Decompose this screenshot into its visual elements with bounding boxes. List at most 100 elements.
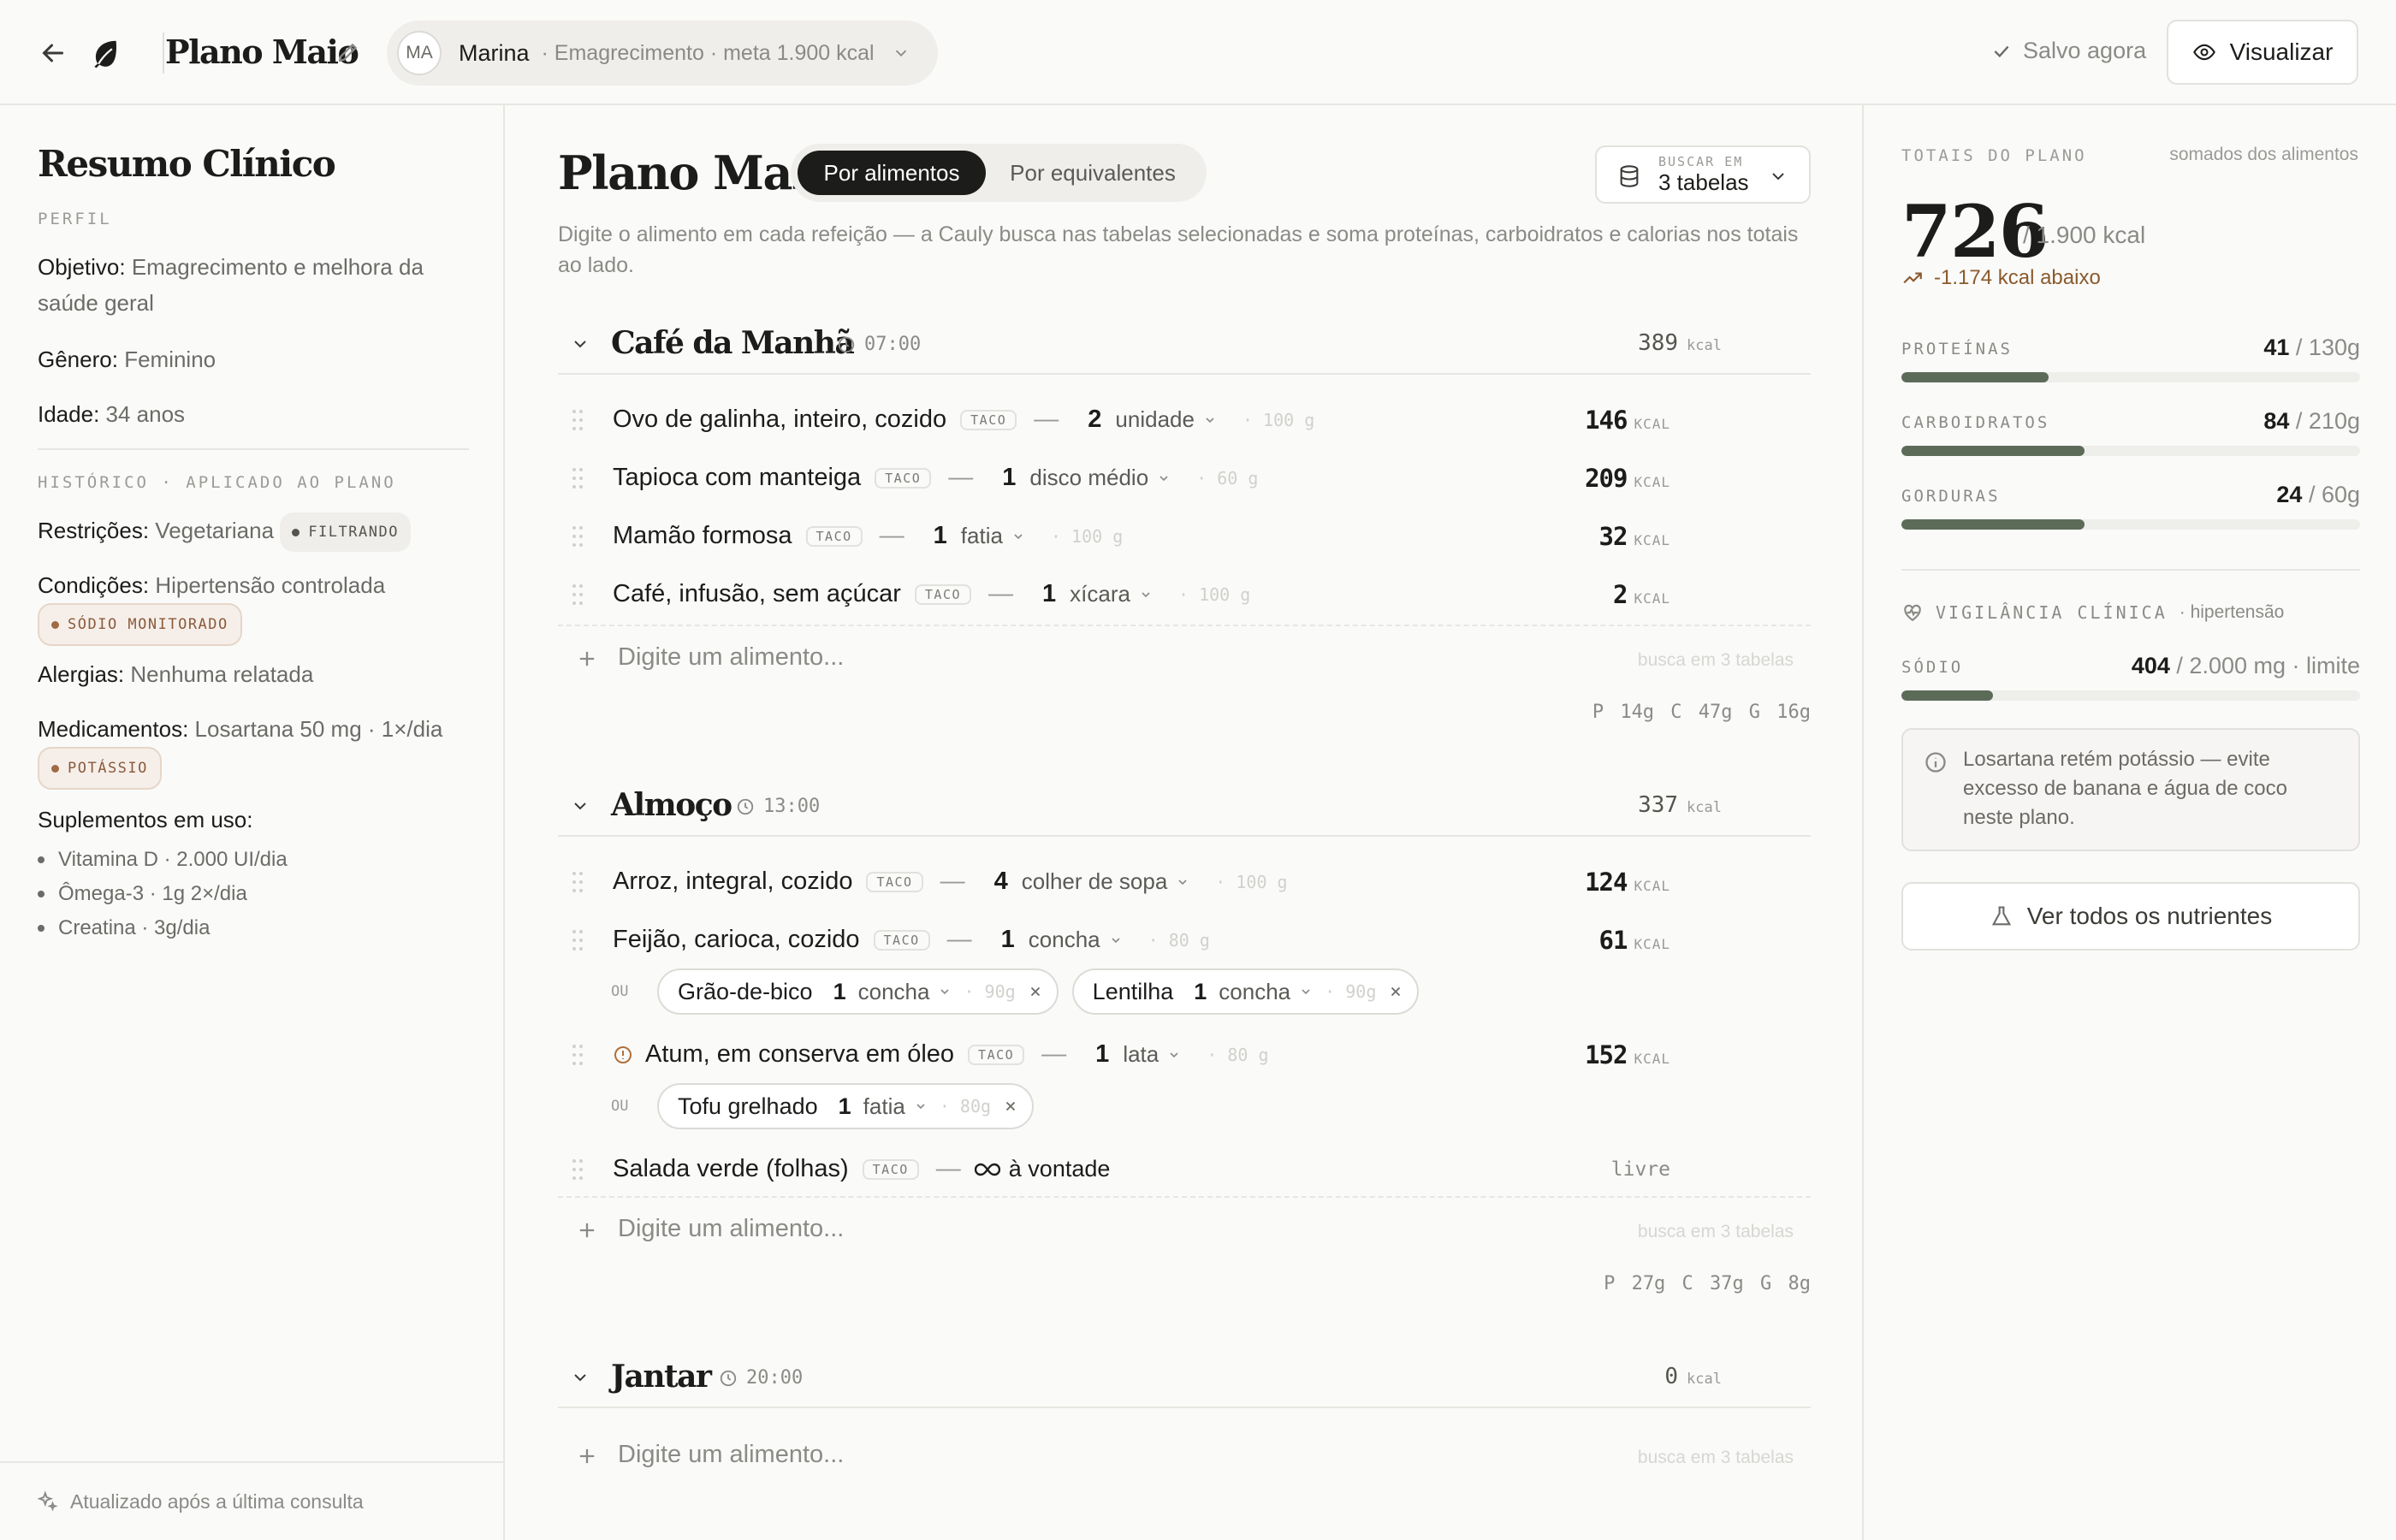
- food-row[interactable]: Arroz, integral, cozido TACO — 4 colher …: [558, 859, 1811, 907]
- tab-by-equivalents[interactable]: Por equivalentes: [986, 151, 1200, 195]
- amount-free: à vontade: [1008, 1156, 1111, 1182]
- or-label: OU: [611, 983, 629, 1000]
- unit-select[interactable]: concha: [1219, 979, 1313, 1005]
- food-kcal: 209 KCAL: [1585, 464, 1670, 493]
- chevron-down-icon[interactable]: [570, 334, 590, 354]
- drag-handle-icon[interactable]: [572, 871, 584, 893]
- add-food-input[interactable]: Digite um alimento... busca em 3 tabelas: [558, 1424, 1811, 1492]
- food-row[interactable]: Café, infusão, sem açúcar TACO — 1 xícar…: [558, 572, 1811, 619]
- unit-select[interactable]: unidade: [1115, 406, 1217, 433]
- food-row[interactable]: Feijão, carioca, cozido TACO — 1 concha …: [558, 917, 1811, 965]
- drag-handle-icon[interactable]: [572, 929, 584, 951]
- grams-text: 100 g: [1263, 409, 1315, 430]
- quantity[interactable]: 4: [994, 868, 1008, 896]
- add-food-input[interactable]: Digite um alimento... busca em 3 tabelas: [558, 625, 1811, 693]
- meal-header-lunch[interactable]: Almoço 13:00 337 kcal: [558, 777, 1811, 837]
- food-row[interactable]: Atum, em conserva em óleo TACO — 1 lata …: [558, 1032, 1811, 1080]
- search-tables-dropdown[interactable]: BUSCAR EM 3 tabelas: [1595, 145, 1811, 204]
- add-food-input[interactable]: Digite um alimento... busca em 3 tabelas: [558, 1196, 1811, 1265]
- sodium-amount: 404: [2131, 653, 2170, 678]
- clinical-note-text: Losartana retém potássio — evite excesso…: [1963, 748, 2287, 829]
- drag-handle-icon[interactable]: [572, 1044, 584, 1066]
- progress-bar: [1901, 519, 2360, 530]
- alt-qty[interactable]: 1: [1194, 979, 1207, 1005]
- meal-name: Café da Manhã: [611, 325, 855, 361]
- food-name: Feijão, carioca, cozido: [613, 926, 860, 953]
- unit-select[interactable]: lata: [1123, 1041, 1181, 1068]
- meal-kcal: 389 kcal: [1638, 330, 1722, 356]
- free-label: livre: [1610, 1158, 1670, 1181]
- close-icon[interactable]: [1388, 984, 1403, 999]
- quantity[interactable]: 1: [934, 522, 947, 550]
- unit-select[interactable]: fatia: [863, 1093, 928, 1120]
- progress-fill: [1901, 372, 2049, 382]
- alt-qty[interactable]: 1: [839, 1093, 851, 1120]
- food-info: Ovo de galinha, inteiro, cozido TACO — 2…: [613, 406, 1314, 434]
- alternative-chip[interactable]: Grão-de-bico 1 concha · 90g: [657, 968, 1059, 1015]
- food-row[interactable]: Salada verde (folhas) TACO — à vontade l…: [558, 1146, 1811, 1194]
- chevron-down-icon[interactable]: [570, 1367, 590, 1388]
- food-kcal: 32 KCAL: [1599, 522, 1670, 551]
- grams-text: 90g: [1345, 981, 1377, 1002]
- drag-handle-icon[interactable]: [572, 583, 584, 606]
- quantity[interactable]: 1: [1001, 926, 1015, 954]
- meal-header-breakfast[interactable]: Café da Manhã 07:00 389 kcal: [558, 315, 1811, 375]
- drag-handle-icon[interactable]: [572, 467, 584, 489]
- view-toggle: Por alimentos Por equivalentes: [791, 144, 1207, 202]
- plus-icon: [579, 651, 595, 666]
- quantity[interactable]: 1: [1002, 464, 1016, 492]
- all-nutrients-label: Ver todos os nutrientes: [2026, 903, 2273, 929]
- history-section-label: HISTÓRICO · APLICADO AO PLANO: [38, 473, 396, 492]
- unit-select[interactable]: disco médio: [1029, 465, 1171, 491]
- alternatives-row: OU Tofu grelhado 1 fatia · 80g: [558, 1082, 1035, 1130]
- page-description: Digite o alimento em cada refeição — a C…: [558, 222, 1799, 277]
- meal-header-dinner[interactable]: Jantar 20:00 0 kcal: [558, 1348, 1811, 1408]
- food-kcal: 152 KCAL: [1585, 1040, 1670, 1069]
- progress-bar: [1901, 446, 2360, 456]
- patient-selector[interactable]: MA Marina · Emagrecimento · meta 1.900 k…: [387, 21, 938, 86]
- drag-handle-icon[interactable]: [572, 409, 584, 431]
- unit-select[interactable]: concha: [858, 979, 952, 1005]
- food-row[interactable]: Tapioca com manteiga TACO — 1 disco médi…: [558, 455, 1811, 503]
- preview-button[interactable]: Visualizar: [2167, 20, 2358, 85]
- unit-select[interactable]: colher de sopa: [1022, 868, 1190, 895]
- grams-text: 100 g: [1071, 525, 1124, 547]
- search-label: BUSCAR EM: [1658, 154, 1744, 169]
- food-kcal-value: 61: [1598, 926, 1628, 955]
- food-row[interactable]: Ovo de galinha, inteiro, cozido TACO — 2…: [558, 397, 1811, 445]
- tab-by-foods[interactable]: Por alimentos: [798, 151, 986, 195]
- unit-select[interactable]: concha: [1029, 927, 1123, 953]
- field-value: Hipertensão controlada: [155, 572, 386, 598]
- alternative-chip[interactable]: Lentilha 1 concha · 90g: [1071, 968, 1420, 1015]
- edit-pencil-icon[interactable]: [335, 39, 361, 65]
- meal-kcal: 0 kcal: [1664, 1364, 1722, 1389]
- unit-select[interactable]: fatia: [961, 523, 1025, 549]
- food-row[interactable]: Mamão formosa TACO — 1 fatia · 100 g 32 K…: [558, 513, 1811, 561]
- meal-macros: P 14g C 47g G 16g: [1592, 702, 1811, 723]
- list-item: Ômega-3 · 1g 2×/dia: [38, 877, 288, 911]
- unit-select[interactable]: xícara: [1070, 581, 1153, 607]
- clinical-note: Losartana retém potássio — evite excesso…: [1901, 728, 2360, 851]
- or-label: OU: [611, 1098, 629, 1115]
- sodium-target: / 2.000 mg · limite: [2176, 653, 2360, 678]
- plus-icon: [579, 1448, 595, 1464]
- alt-qty[interactable]: 1: [833, 979, 846, 1005]
- close-icon[interactable]: [1003, 1099, 1018, 1114]
- warning-info-icon[interactable]: [613, 1045, 633, 1065]
- back-arrow-icon[interactable]: [38, 38, 68, 68]
- field-label: Objetivo:: [38, 254, 126, 280]
- all-nutrients-button[interactable]: Ver todos os nutrientes: [1901, 882, 2360, 951]
- plan-title: Plano Maio: [165, 33, 359, 71]
- food-info: Café, infusão, sem açúcar TACO — 1 xícar…: [613, 580, 1250, 608]
- totals-sub: somados dos alimentos: [2169, 145, 2358, 164]
- field-value: Nenhuma relatada: [130, 661, 314, 687]
- quantity[interactable]: 1: [1095, 1040, 1109, 1069]
- quantity[interactable]: 2: [1088, 406, 1101, 434]
- quantity[interactable]: 1: [1042, 580, 1056, 608]
- drag-handle-icon[interactable]: [572, 1158, 584, 1181]
- chevron-down-icon[interactable]: [570, 796, 590, 816]
- alternative-chip[interactable]: Tofu grelhado 1 fatia · 80g: [657, 1083, 1035, 1129]
- status-badge: SÓDIO MONITORADO: [38, 603, 242, 646]
- close-icon[interactable]: [1028, 984, 1043, 999]
- drag-handle-icon[interactable]: [572, 525, 584, 548]
